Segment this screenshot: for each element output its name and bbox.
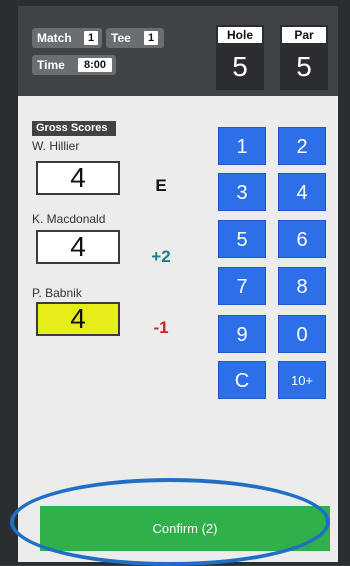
confirm-button[interactable]: Confirm (2)	[40, 506, 330, 551]
keypad-key-9[interactable]: 9	[218, 315, 266, 353]
keypad-key-4[interactable]: 4	[278, 173, 326, 211]
keypad-key-6[interactable]: 6	[278, 220, 326, 258]
time-value: 8:00	[78, 58, 112, 72]
match-label: Match	[37, 31, 72, 45]
par-label: Par	[282, 27, 326, 43]
keypad-key-1[interactable]: 1	[218, 127, 266, 165]
keypad-key-7[interactable]: 7	[218, 267, 266, 305]
hole-number: 5	[232, 51, 248, 82]
player-name: P. Babnik	[32, 286, 82, 300]
hole-label: Hole	[218, 27, 262, 43]
player-name: W. Hillier	[32, 139, 80, 153]
keypad-key-3[interactable]: 3	[218, 173, 266, 211]
hole-card: Hole 5	[216, 25, 264, 90]
tee-value: 1	[144, 31, 158, 45]
app-screen: Match 1 Tee 1 Time 8:00 Hole 5 Par 5 Gro…	[18, 6, 338, 562]
keypad-ten-plus-button[interactable]: 10+	[278, 361, 326, 399]
score-input-selected[interactable]: 4	[36, 302, 120, 336]
keypad-key-0[interactable]: 0	[278, 315, 326, 353]
match-value: 1	[84, 31, 98, 45]
keypad-key-2[interactable]: 2	[278, 127, 326, 165]
to-par-value: -1	[153, 318, 169, 337]
to-par-value: +2	[151, 247, 171, 266]
tee-label: Tee	[111, 31, 131, 45]
player-name: K. Macdonald	[32, 212, 106, 226]
score-input[interactable]: 4	[36, 230, 120, 264]
score-input[interactable]: 4	[36, 161, 120, 195]
keypad-clear-button[interactable]: C	[218, 361, 266, 399]
tee-chip: Tee 1	[106, 28, 164, 48]
gross-scores-title: Gross Scores	[32, 121, 116, 136]
par-number: 5	[296, 51, 312, 82]
keypad-key-5[interactable]: 5	[218, 220, 266, 258]
time-label: Time	[37, 58, 65, 72]
keypad-key-8[interactable]: 8	[278, 267, 326, 305]
to-par-value: E	[155, 176, 167, 195]
match-chip: Match 1	[32, 28, 102, 48]
time-chip: Time 8:00	[32, 55, 116, 75]
par-card: Par 5	[280, 25, 328, 90]
header-bar: Match 1 Tee 1 Time 8:00 Hole 5 Par 5	[18, 6, 338, 96]
